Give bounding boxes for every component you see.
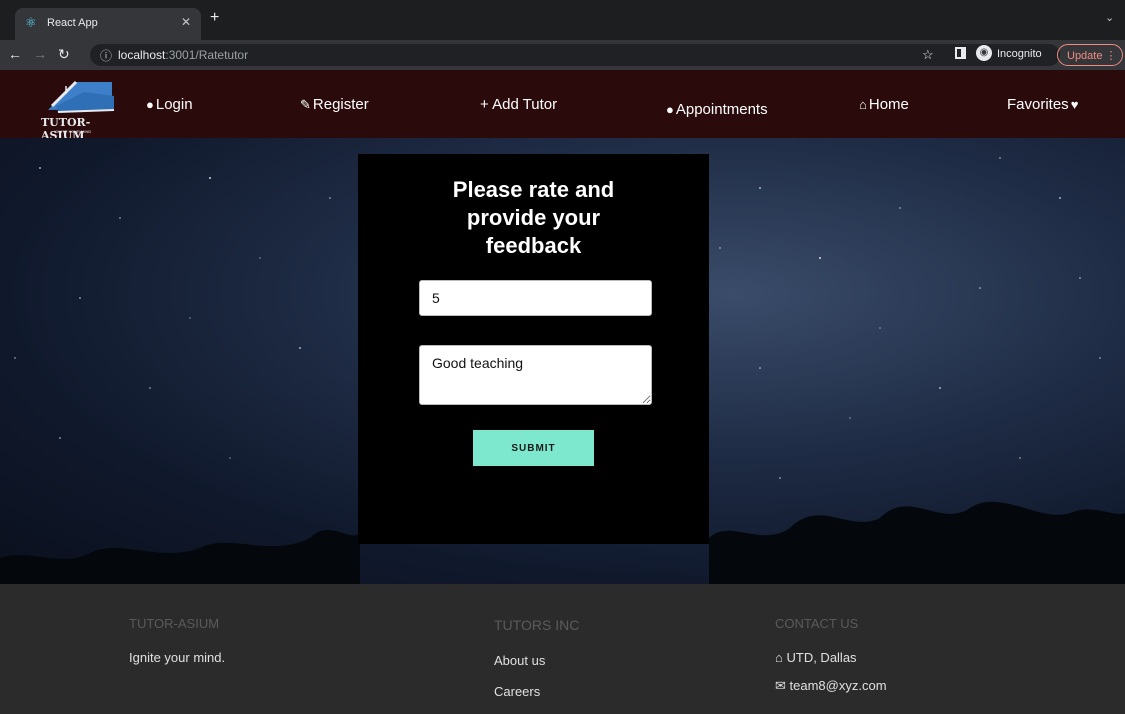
home-icon: ⌂ — [859, 97, 867, 112]
nav-login[interactable]: ● Login — [146, 96, 193, 113]
rating-input[interactable] — [419, 280, 652, 316]
forward-arrow-icon[interactable]: → — [33, 46, 47, 62]
feedback-card: Please rate and provide your feedback Go… — [358, 154, 709, 544]
update-button[interactable]: Update ⋮ — [1057, 44, 1123, 66]
house-logo-icon — [48, 80, 115, 113]
user-icon: ● — [666, 102, 674, 117]
back-arrow-icon[interactable]: ← — [8, 46, 22, 62]
browser-tab-strip: ⚛ React App ✕ + ⌄ — [0, 0, 1125, 40]
url-text: localhost:3001/Ratetutor — [118, 48, 248, 62]
nav-home-label: Home — [868, 96, 909, 113]
nav-register-label: Register — [312, 96, 369, 113]
nav-appointments[interactable]: ● Appointments — [666, 101, 768, 118]
nav-add-tutor-label: + Add Tutor — [480, 96, 558, 113]
nav-home[interactable]: ⌂ Home — [859, 96, 909, 113]
site-info-icon[interactable]: ⓘ — [100, 47, 112, 64]
site-navbar: TUTOR-ASIUM IGNITE YOUR MIND ● Login ✎ Reg… — [0, 70, 1125, 142]
footer-address: ⌂ UTD, Dallas — [775, 650, 857, 665]
url-path: :3001/Ratetutor — [165, 48, 249, 62]
nav-login-label: Login — [155, 96, 193, 113]
envelope-icon: ✉ — [775, 678, 786, 693]
footer-email: ✉ team8@xyz.com — [775, 678, 887, 694]
nav-appointments-label: Appointments — [675, 101, 768, 118]
footer-link-about[interactable]: About us — [494, 653, 545, 668]
footer-tagline: Ignite your mind. — [129, 650, 226, 665]
incognito-icon[interactable]: ◉ — [976, 45, 992, 61]
footer-link-careers[interactable]: Careers — [494, 684, 540, 699]
logo-tagline: IGNITE YOUR MIND — [54, 129, 92, 134]
pencil-icon: ✎ — [300, 97, 311, 112]
tab-search-chevron-icon[interactable]: ⌄ — [1105, 11, 1114, 24]
side-panel-icon[interactable] — [955, 47, 966, 59]
footer-email-text: team8@xyz.com — [789, 678, 887, 693]
feedback-heading: Please rate and provide your feedback — [452, 177, 615, 258]
bookmark-star-icon[interactable]: ☆ — [922, 47, 934, 63]
submit-button[interactable]: SUBMIT — [473, 430, 594, 466]
nav-add-tutor[interactable]: + Add Tutor — [480, 96, 557, 113]
footer-contact-heading: CONTACT US — [775, 616, 859, 631]
user-icon: ● — [146, 97, 154, 112]
update-label: Update — [1067, 50, 1103, 62]
footer-address-text: UTD, Dallas — [786, 650, 857, 665]
new-tab-icon[interactable]: + — [210, 9, 219, 27]
nav-favorites[interactable]: Favorites ♥ — [1007, 96, 1080, 113]
close-tab-icon[interactable]: ✕ — [181, 15, 191, 29]
address-bar[interactable]: ⓘ localhost:3001/Ratetutor ☆ — [90, 44, 1060, 66]
react-favicon-icon: ⚛ — [25, 15, 37, 30]
nav-register[interactable]: ✎ Register — [300, 96, 369, 113]
url-host: localhost — [118, 48, 166, 62]
footer-brand-heading: TUTOR-ASIUM — [129, 616, 220, 631]
home-icon: ⌂ — [775, 650, 783, 665]
nav-favorites-label: Favorites — [1007, 96, 1069, 113]
tab-title: React App — [47, 17, 98, 29]
heart-icon: ♥ — [1070, 97, 1079, 112]
reload-icon[interactable]: ↻ — [58, 46, 70, 63]
browser-tab[interactable]: ⚛ React App ✕ — [15, 8, 201, 40]
site-footer: TUTOR-ASIUM Ignite your mind. TUTORS INC… — [0, 584, 1125, 714]
feedback-textarea[interactable]: Good teaching — [419, 345, 652, 405]
incognito-label: Incognito — [997, 48, 1042, 60]
footer-company-heading: TUTORS INC — [494, 617, 580, 633]
starry-sky-background: Please rate and provide your feedback Go… — [0, 138, 1125, 584]
site-logo[interactable]: TUTOR-ASIUM IGNITE YOUR MIND — [34, 80, 130, 142]
